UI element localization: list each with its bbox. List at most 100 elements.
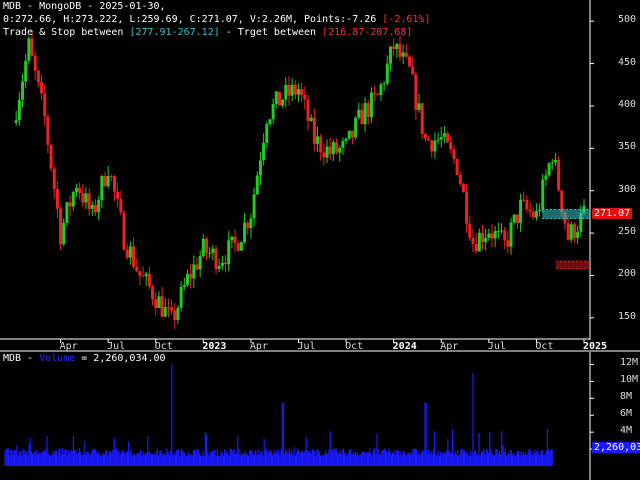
candle-down <box>147 273 151 287</box>
price-chart[interactable] <box>0 0 640 480</box>
candle-up <box>382 83 386 85</box>
time-tick-label: Apr <box>440 341 459 352</box>
last-price-value: 271.07 <box>594 208 631 220</box>
candle-down <box>522 199 526 201</box>
candle-down <box>461 184 465 193</box>
candle-down <box>49 144 53 169</box>
candle-down <box>293 84 297 95</box>
candle-down <box>319 136 323 153</box>
candle-down <box>59 208 63 245</box>
candle-up <box>284 84 288 100</box>
candle-down <box>287 84 291 96</box>
candle-down <box>166 307 170 309</box>
candle-up <box>106 175 110 187</box>
candle-up <box>395 43 399 49</box>
trade-zone-text: [277.91-267.12] <box>129 27 220 38</box>
candle-down <box>465 192 469 224</box>
candle-down <box>141 275 145 277</box>
candle-up <box>385 63 389 84</box>
candle-down <box>430 140 434 152</box>
candle-down <box>468 223 472 238</box>
candle-up <box>309 117 313 122</box>
chart-window[interactable]: MDB - MongoDB - 2025-01-30, 0:272.66, H:… <box>0 0 640 480</box>
candle-down <box>277 91 281 106</box>
candle-down <box>572 224 576 239</box>
candle-down <box>109 175 113 177</box>
candle-up <box>496 230 500 232</box>
zones-readout: Trade & Stop between [277.91-267.12] - T… <box>3 27 412 39</box>
target-zone <box>556 261 590 269</box>
candle-up <box>84 193 88 203</box>
candle-up <box>357 109 361 118</box>
candle-down <box>87 193 91 209</box>
candle-down <box>233 236 237 244</box>
candle-down <box>366 103 370 118</box>
candle-down <box>46 116 50 145</box>
candle-up <box>14 120 18 123</box>
time-tick-label: Oct <box>154 341 173 352</box>
candle-up <box>550 162 554 164</box>
candle-down <box>411 66 415 75</box>
candle-down <box>328 146 332 154</box>
candle-down <box>195 264 199 270</box>
candle-up <box>484 237 488 243</box>
candle-down <box>471 237 475 245</box>
candle-up <box>17 99 21 121</box>
candle-down <box>236 243 240 251</box>
volume-name: Volume <box>39 353 76 364</box>
candle-up <box>569 224 573 240</box>
candle-up <box>27 38 31 61</box>
candle-up <box>544 175 548 180</box>
candle-down <box>566 223 570 240</box>
candle-up <box>74 187 78 193</box>
time-tick-label: Oct <box>535 341 554 352</box>
candle-up <box>144 273 148 277</box>
volume-bars <box>4 364 553 466</box>
candle-up <box>363 103 367 125</box>
candle-up <box>477 232 481 252</box>
candle-down <box>423 133 427 139</box>
target-zone-text: [216.87-207.68] <box>322 27 413 38</box>
candle-up <box>163 307 167 317</box>
candle-down <box>376 93 380 95</box>
candle-up <box>316 136 320 144</box>
candle-down <box>398 43 402 57</box>
candle-up <box>325 146 329 158</box>
candle-down <box>350 130 354 138</box>
candle-down <box>303 94 307 100</box>
candle-down <box>205 238 209 254</box>
time-tick-label: Jul <box>487 341 506 352</box>
candle-up <box>176 307 180 320</box>
candle-down <box>446 133 450 143</box>
candle-up <box>211 248 215 253</box>
candle-up <box>258 160 262 176</box>
candle-down <box>113 176 117 192</box>
candle-up <box>252 194 256 219</box>
time-tick-label: 2023 <box>202 341 227 352</box>
candle-down <box>33 55 37 71</box>
candle-up <box>128 246 132 258</box>
candle-down <box>414 74 418 110</box>
volume-prefix: MDB - <box>3 353 40 364</box>
candle-down <box>224 262 228 265</box>
candle-down <box>151 286 155 300</box>
candle-up <box>182 285 186 287</box>
candle-down <box>214 248 218 269</box>
candle-up <box>271 103 275 120</box>
candle-down <box>360 109 364 125</box>
candle-down <box>300 89 304 95</box>
candle-down <box>408 56 412 67</box>
candle-down <box>125 249 129 258</box>
candle-up <box>21 81 25 100</box>
candle-up <box>198 256 202 270</box>
candle-up <box>192 264 196 279</box>
candle-down <box>515 214 519 224</box>
volume-tick-label: 12M <box>620 357 639 369</box>
candle-up <box>179 286 183 308</box>
candle-up <box>262 142 266 161</box>
candle-up <box>576 231 580 239</box>
change-percent: [-2.61%] <box>382 14 431 25</box>
candle-up <box>97 200 101 213</box>
candle-up <box>354 117 358 138</box>
volume-tick-label: 4M <box>620 425 633 437</box>
